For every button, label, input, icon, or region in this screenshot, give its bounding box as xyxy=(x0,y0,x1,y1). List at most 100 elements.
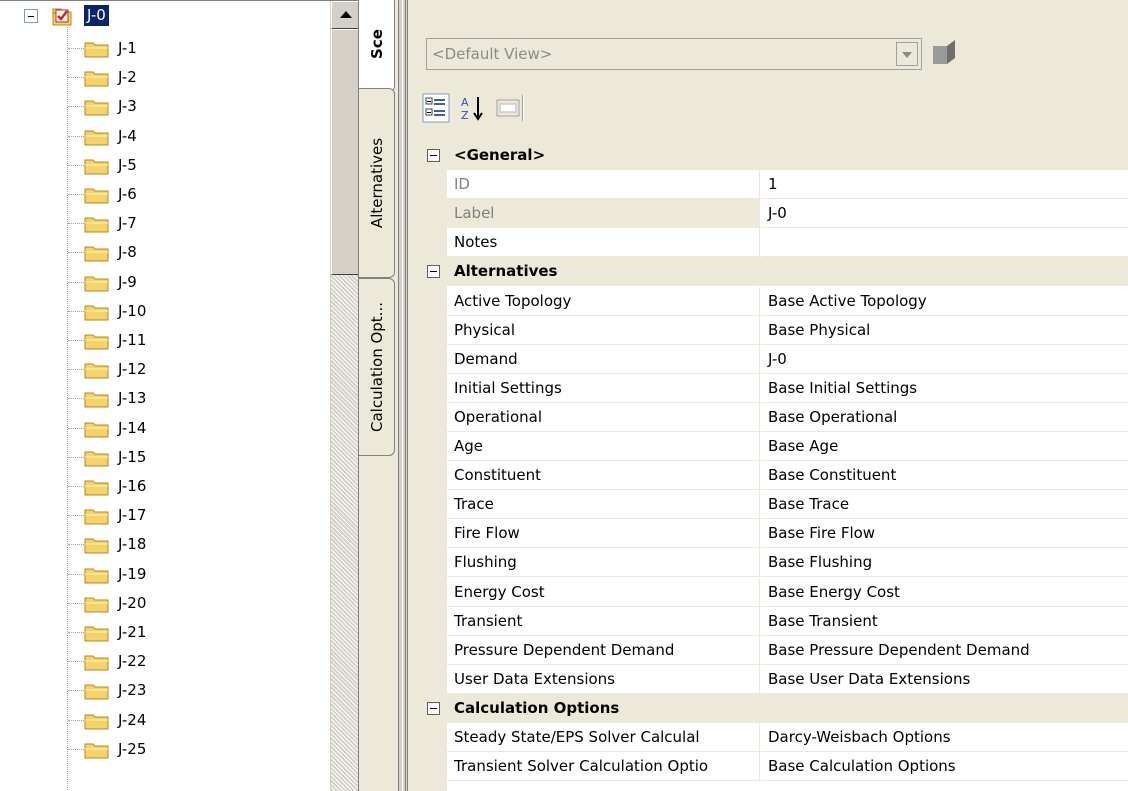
property-name: Age xyxy=(447,432,760,461)
property-value[interactable]: J-0 xyxy=(761,199,1128,229)
property-name: ID xyxy=(447,170,760,200)
tree-connector xyxy=(68,456,84,458)
collapse-icon[interactable] xyxy=(427,701,440,715)
grid-property-row[interactable]: Operational Base Operational xyxy=(420,402,1128,432)
grid-property-row[interactable]: Flushing Base Flushing xyxy=(420,548,1128,578)
property-value[interactable]: Base Energy Cost xyxy=(761,577,1128,607)
tree-item[interactable]: J-2 xyxy=(0,63,330,92)
property-value[interactable]: Base Operational xyxy=(761,402,1128,432)
grid-property-row[interactable]: Transient Base Transient xyxy=(420,606,1128,636)
tree-item[interactable]: J-13 xyxy=(0,384,330,413)
grid-property-row[interactable]: Demand J-0 xyxy=(420,344,1128,374)
tree-vertical-scrollbar[interactable] xyxy=(330,1,358,791)
tree-item-label: J-23 xyxy=(118,681,147,700)
grid-property-row[interactable]: Steady State/EPS Solver Calculal Darcy-We… xyxy=(420,723,1128,752)
property-value[interactable]: 1 xyxy=(761,170,1128,200)
grid-property-row[interactable]: Trace Base Trace xyxy=(420,490,1128,520)
property-name: Constituent xyxy=(447,461,760,491)
property-name: Steady State/EPS Solver Calculal xyxy=(447,723,760,752)
sort-alphabetical-icon[interactable]: A Z xyxy=(458,93,486,123)
tab-calculation-options[interactable]: Calculation Opt... xyxy=(359,278,395,456)
property-value[interactable]: Base Fire Flow xyxy=(761,519,1128,549)
grid-property-row[interactable]: Fire Flow Base Fire Flow xyxy=(420,519,1128,549)
property-value[interactable]: Base Initial Settings xyxy=(761,373,1128,403)
tree-item[interactable]: J-7 xyxy=(0,209,330,238)
property-value[interactable]: Darcy-Weisbach Options xyxy=(761,723,1128,752)
property-value[interactable]: Base Calculation Options xyxy=(761,752,1128,782)
scroll-up-button[interactable] xyxy=(331,1,358,29)
grid-property-row[interactable]: ID 1 xyxy=(420,170,1128,200)
property-value[interactable]: Base Physical xyxy=(761,315,1128,345)
tab-scenarios[interactable]: Sce xyxy=(359,0,395,92)
tree-item[interactable]: J-22 xyxy=(0,647,330,676)
tree-item[interactable]: J-8 xyxy=(0,238,330,267)
grid-property-row[interactable]: Active Topology Base Active Topology xyxy=(420,286,1128,316)
property-pages-icon[interactable] xyxy=(494,93,522,123)
tree-item[interactable]: J-14 xyxy=(0,414,330,443)
property-value[interactable]: Base Active Topology xyxy=(761,286,1128,316)
chevron-down-icon[interactable] xyxy=(896,42,918,66)
property-value[interactable]: Base Constituent xyxy=(761,461,1128,491)
property-value[interactable]: Base Trace xyxy=(761,490,1128,520)
property-value[interactable] xyxy=(761,228,1128,258)
tree-item[interactable]: J-17 xyxy=(0,501,330,530)
grid-category[interactable]: Alternatives xyxy=(420,257,1128,287)
grid-property-row[interactable]: Energy Cost Base Energy Cost xyxy=(420,577,1128,607)
property-value[interactable]: Base Age xyxy=(761,432,1128,461)
tree-item[interactable]: J-9 xyxy=(0,268,330,297)
property-value[interactable]: Base Transient xyxy=(761,606,1128,636)
tree-item[interactable]: J-25 xyxy=(0,735,330,764)
tree-item[interactable]: J-23 xyxy=(0,676,330,705)
tree-connector xyxy=(68,632,84,633)
scroll-thumb[interactable] xyxy=(331,29,358,275)
tree-item[interactable]: J-16 xyxy=(0,472,330,501)
tree-item-label: J-14 xyxy=(118,418,147,437)
tree-item[interactable]: J-10 xyxy=(0,297,330,326)
tree-item[interactable]: J-3 xyxy=(0,92,330,121)
tree-item[interactable]: J-20 xyxy=(0,589,330,618)
grid-property-row[interactable]: Physical Base Physical xyxy=(420,315,1128,345)
grid-property-row[interactable]: Age Base Age xyxy=(420,432,1128,461)
tab-alternatives[interactable]: Alternatives xyxy=(359,88,395,278)
tree-item[interactable]: J-1 xyxy=(0,34,330,63)
grid-property-row[interactable]: Transient Solver Calculation Optio Base C… xyxy=(420,752,1128,782)
tree-root-label[interactable]: J-0 xyxy=(83,4,110,27)
tree-item[interactable]: J-5 xyxy=(0,151,330,180)
property-value[interactable]: J-0 xyxy=(761,344,1128,374)
pane-splitter[interactable] xyxy=(398,0,408,791)
grid-category[interactable]: Calculation Options xyxy=(420,693,1128,723)
collapse-icon[interactable] xyxy=(24,9,38,23)
folder-icon xyxy=(84,130,109,146)
tree-item[interactable]: J-4 xyxy=(0,122,330,151)
grid-property-row[interactable]: Pressure Dependent Demand Base Pressure D… xyxy=(420,635,1128,665)
tab-calculation-options-label: Calculation Opt... xyxy=(367,302,386,432)
grid-property-row[interactable]: Initial Settings Base Initial Settings xyxy=(420,373,1128,403)
grid-property-row[interactable]: Label J-0 xyxy=(420,199,1128,229)
property-value[interactable]: Base Flushing xyxy=(761,548,1128,578)
tree-connector xyxy=(68,164,84,166)
save-view-icon[interactable] xyxy=(931,38,957,66)
grid-property-row[interactable]: Notes xyxy=(420,228,1128,258)
collapse-icon[interactable] xyxy=(427,265,440,279)
tree-connector xyxy=(68,544,84,546)
tree-item[interactable]: J-11 xyxy=(0,326,330,355)
view-selector[interactable]: <Default View> xyxy=(426,38,922,70)
tree-item[interactable]: J-18 xyxy=(0,530,330,559)
tree-item[interactable]: J-21 xyxy=(0,618,330,647)
grid-property-row[interactable]: User Data Extensions Base User Data Exten… xyxy=(420,664,1128,694)
scenario-checked-folder-icon xyxy=(52,8,72,26)
folder-icon xyxy=(84,100,109,116)
categorized-view-icon[interactable] xyxy=(422,93,450,123)
tree-item[interactable]: J-24 xyxy=(0,706,330,735)
collapse-icon[interactable] xyxy=(427,149,440,162)
property-value[interactable]: Base Pressure Dependent Demand xyxy=(761,635,1128,665)
tree-item[interactable]: J-19 xyxy=(0,560,330,589)
tree-item[interactable]: J-6 xyxy=(0,180,330,209)
property-name: Operational xyxy=(447,402,760,432)
grid-category[interactable]: <General> xyxy=(420,141,1128,170)
property-value[interactable]: Base User Data Extensions xyxy=(761,664,1128,694)
grid-property-row[interactable]: Constituent Base Constituent xyxy=(420,461,1128,491)
tree-item[interactable]: J-12 xyxy=(0,355,330,384)
tree-item[interactable]: J-15 xyxy=(0,443,330,472)
property-name: Demand xyxy=(447,344,760,374)
